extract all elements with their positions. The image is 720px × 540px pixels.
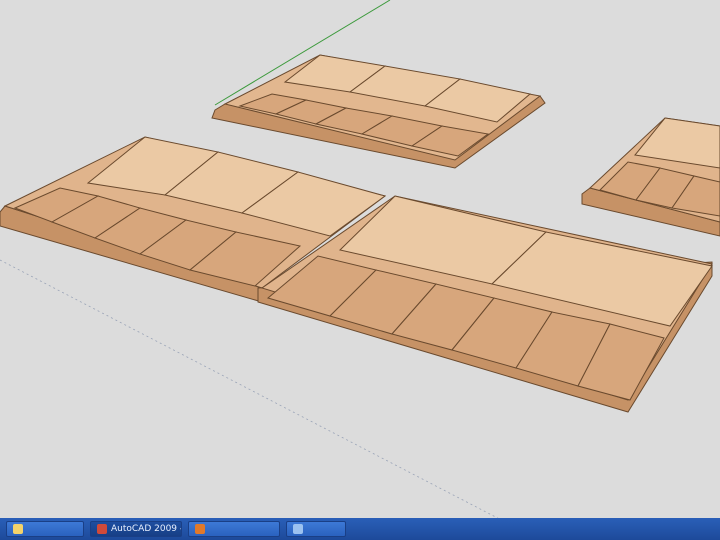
window-icon xyxy=(293,524,303,534)
sketchup-viewport[interactable] xyxy=(0,0,720,540)
taskbar-item-autocad[interactable]: AutoCAD 2009 - [ xyxy=(90,521,182,537)
folder-icon xyxy=(13,524,23,534)
taskbar-item-folder[interactable] xyxy=(6,521,84,537)
taskbar-item-window[interactable] xyxy=(286,521,346,537)
autocad-icon xyxy=(97,524,107,534)
taskbar-item-label: AutoCAD 2009 - [ xyxy=(111,524,182,534)
taskbar-item-sketchup[interactable] xyxy=(188,521,280,537)
sketchup-icon xyxy=(195,524,205,534)
windows-taskbar: AutoCAD 2009 - [ xyxy=(0,518,720,540)
screen: AutoCAD 2009 - [ xyxy=(0,0,720,540)
